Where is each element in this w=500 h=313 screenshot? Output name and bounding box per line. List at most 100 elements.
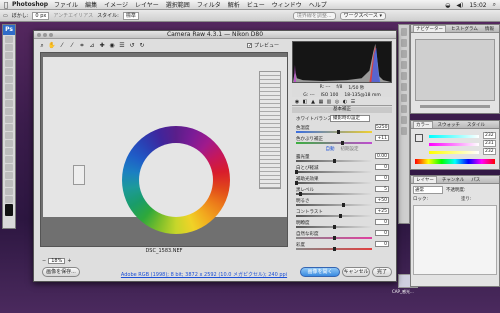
tab-swatches[interactable]: スウォッチ [436,122,463,128]
tab-color[interactable]: カラー [413,121,433,128]
color-b-value[interactable]: 232 [483,148,496,155]
layers-list[interactable] [413,205,497,275]
fill-light-slider[interactable] [296,182,372,184]
temperature-knob[interactable] [336,130,340,134]
menu-filter[interactable]: フィルタ [197,0,221,9]
detail-icon[interactable]: ▲ [310,99,316,105]
antialias-checkbox[interactable]: アンチエイリアス [53,12,93,19]
dock-icon-8[interactable] [401,105,407,113]
contrast-slider[interactable] [296,215,372,217]
marquee-tool-icon[interactable]: ▭ [3,13,8,19]
tint-slider[interactable] [296,142,372,144]
shape-tool-icon[interactable] [5,164,13,171]
apple-icon[interactable]:  [0,1,12,9]
tab-paths[interactable]: パス [469,177,482,183]
tone-curve-icon[interactable]: ◧ [302,99,308,105]
dock-icon-9[interactable] [401,116,407,124]
retouch-tool-icon[interactable]: ✚ [98,42,106,50]
brightness-knob[interactable] [342,203,346,207]
spotlight-icon[interactable]: ⌕ [493,1,496,9]
blend-mode-select[interactable]: 通常 [413,186,443,194]
tab-histogram[interactable]: ヒストグラム [449,26,480,32]
exposure-value[interactable]: 0.00 [375,153,389,159]
tab-navigator[interactable]: ナビゲーター [413,25,446,32]
contrast-knob[interactable] [339,214,343,218]
dodge-tool-icon[interactable] [5,132,13,139]
zoom-icon[interactable] [49,33,53,37]
zoom-level-select[interactable]: 18% [48,258,66,264]
dock-icon-6[interactable] [401,83,407,91]
tab-channels[interactable]: チャンネル [440,177,466,183]
auto-link[interactable]: 自動 [326,146,335,153]
cancel-button[interactable]: キャンセル [342,267,370,277]
hand-tool-icon[interactable]: ✋ [48,42,56,50]
open-image-button[interactable]: 画像を開く [300,267,340,277]
style-select[interactable]: 標準 [122,11,139,20]
blacks-slider[interactable] [296,193,372,195]
menu-select[interactable]: 選択範囲 [166,0,190,9]
preview-toggle[interactable]: ✓ プレビュー [247,42,279,49]
lens-icon[interactable]: ◎ [334,99,340,105]
basic-panel-icon[interactable]: ◉ [294,99,300,105]
dock-icon-7[interactable] [401,94,407,102]
exposure-knob[interactable] [333,159,336,163]
eraser-tool-icon[interactable] [5,116,13,123]
color-g-slider[interactable] [429,143,479,146]
save-image-button[interactable]: 画像を保存... [42,267,80,277]
hsl-icon[interactable]: ▦ [318,99,324,105]
vibrance-knob[interactable] [333,236,336,240]
tab-info[interactable]: 情報 [483,26,496,32]
clarity-knob[interactable] [333,225,336,229]
white-balance-select[interactable]: 撮影時の設定 [330,115,370,122]
menu-edit[interactable]: 編集 [85,0,97,9]
done-button[interactable]: 完了 [372,267,392,277]
navigator-thumbnail[interactable] [415,39,495,101]
dock-icon-2[interactable] [401,39,407,47]
zoom-in-icon[interactable]: + [67,258,71,264]
color-sampler-tool-icon[interactable]: ⁄ [68,42,76,50]
default-link[interactable]: 初期設定 [341,146,359,153]
temperature-slider[interactable] [296,131,372,133]
saturation-knob[interactable] [333,247,336,251]
workspace-button[interactable]: ワークスペース ▾ [339,11,386,20]
history-brush-tool-icon[interactable] [5,108,13,115]
saturation-value[interactable]: 0 [375,241,389,247]
clock[interactable]: 15:02 [469,2,486,9]
menu-image[interactable]: イメージ [104,0,128,9]
workflow-options-link[interactable]: Adobe RGB (1998); 8 bit; 3872 x 2592 (10… [104,271,304,278]
healing-tool-icon[interactable] [5,84,13,91]
vibrance-value[interactable]: 0 [375,230,389,236]
minimize-icon[interactable] [43,33,47,37]
menu-analysis[interactable]: 解析 [228,0,240,9]
pen-tool-icon[interactable] [5,140,13,147]
stamp-tool-icon[interactable] [5,100,13,107]
color-r-slider[interactable] [429,135,479,138]
tab-styles[interactable]: スタイル [465,122,487,128]
refine-edge-button[interactable]: 境界線を調整... [292,11,336,20]
image-preview-area[interactable] [40,52,288,247]
camera-calibration-icon[interactable]: ◐ [342,99,348,105]
zoom-tool-icon[interactable] [5,196,13,203]
menu-window[interactable]: ウィンドウ [272,0,302,9]
move-tool-icon[interactable] [5,36,13,43]
dock-icon-4[interactable] [401,61,407,69]
marquee-tool-icon[interactable] [5,44,13,51]
straighten-tool-icon[interactable]: ⊿ [88,42,96,50]
recovery-slider[interactable] [296,171,372,173]
white-balance-tool-icon[interactable]: ⁄ [58,42,66,50]
rotate-left-icon[interactable]: ↺ [128,42,136,50]
crop-tool-icon[interactable] [5,68,13,75]
split-toning-icon[interactable]: ▥ [326,99,332,105]
presets-icon[interactable]: ☰ [350,99,356,105]
color-r-value[interactable]: 232 [483,132,496,139]
close-icon[interactable] [37,33,41,37]
menu-view[interactable]: ビュー [247,0,265,9]
color-swatch-icon[interactable] [5,204,13,216]
navigator-zoom-slider[interactable] [420,105,490,108]
slice-tool-icon[interactable] [5,76,13,83]
color-spectrum-bar[interactable] [415,159,495,164]
notes-tool-icon[interactable] [5,172,13,179]
app-menu[interactable]: Photoshop [12,1,48,8]
path-select-tool-icon[interactable] [5,156,13,163]
gradient-tool-icon[interactable] [5,124,13,131]
